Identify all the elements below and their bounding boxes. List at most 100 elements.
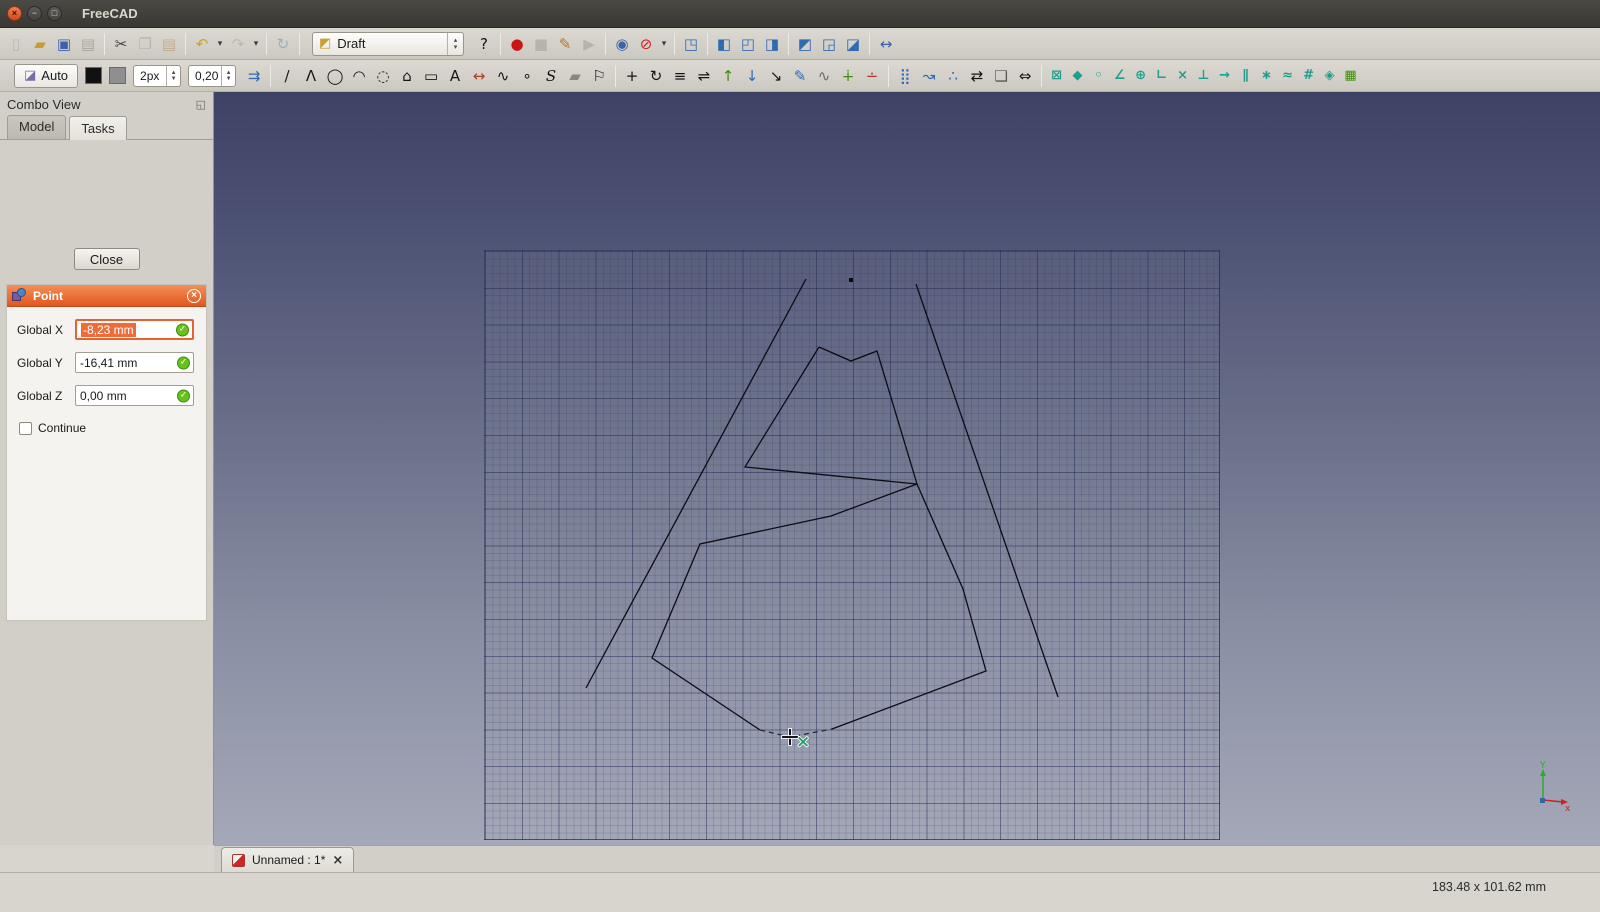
draft-array-button[interactable]: ⣿ [893,64,917,88]
open-file-button[interactable]: ▰ [28,32,52,56]
macro-record-button[interactable]: ● [505,32,529,56]
continue-checkbox[interactable] [19,422,32,435]
toolbar-standard: ▯▰▣▤✂❐▤↶▾↷▾↻ ◩ Draft ▴ ▾ ?●■✎▶◉⊘▾◳◧◰◨◩◲◪… [0,28,1600,60]
draft-to-sketch-button[interactable]: ⇄ [965,64,989,88]
point-icon [12,288,27,303]
draft-line-button[interactable]: ∕ [275,64,299,88]
draft-clone-button[interactable]: ❏ [989,64,1013,88]
snap-intersection-button[interactable]: × [1172,64,1193,88]
snap-extension-button[interactable]: → [1214,64,1235,88]
statusbar: 183.48 x 101.62 mm [0,872,1600,912]
draft-point-button[interactable]: ∘ [515,64,539,88]
draft-scale-button[interactable]: ↘ [764,64,788,88]
snap-endpoint-button[interactable]: ◆ [1067,64,1088,88]
draft-rectangle-button[interactable]: ▭ [419,64,443,88]
snap-midpoint-button[interactable]: ◦ [1088,64,1109,88]
snap-angle-button[interactable]: ∠ [1109,64,1130,88]
view-isometric-button[interactable]: ◳ [679,32,703,56]
view-top-button[interactable]: ◰ [736,32,760,56]
draft-polygon-button[interactable]: ⌂ [395,64,419,88]
draft-mirror-button[interactable]: ⇔ [1013,64,1037,88]
draft-downgrade-button[interactable]: ↓ [740,64,764,88]
document-tab[interactable]: Unnamed : 1* × [221,847,354,872]
view-front-button[interactable]: ◧ [712,32,736,56]
draft-rotate-button[interactable]: ↻ [644,64,668,88]
point-task-panel: Point × Global X -8,23 mm ✓ Global Y -16… [6,284,207,621]
draft-dimension-button[interactable]: ↔ [467,64,491,88]
view-rear-button[interactable]: ◩ [793,32,817,56]
cut-button[interactable]: ✂ [109,32,133,56]
face-color-swatch[interactable] [109,67,126,84]
document-tab-close-icon[interactable]: × [332,853,343,868]
snap-lock-button[interactable]: ⊠ [1046,64,1067,88]
collapse-task-icon[interactable]: × [187,289,201,303]
draft-wire-to-bspline-button[interactable]: ∿ [812,64,836,88]
window-minimize-button[interactable]: − [27,6,42,21]
snap-working-plane-button[interactable]: ◈ [1319,64,1340,88]
view-right-button[interactable]: ◨ [760,32,784,56]
apply-style-button[interactable]: ⇉ [242,64,266,88]
undo-dropdown[interactable]: ▾ [214,32,226,56]
draft-ellipse-button[interactable]: ◌ [371,64,395,88]
snap-center-button[interactable]: ⊕ [1130,64,1151,88]
global-x-label: Global X [17,323,75,337]
redo-dropdown[interactable]: ▾ [250,32,262,56]
view-left-button[interactable]: ◪ [841,32,865,56]
draft-move-button[interactable]: + [620,64,644,88]
whats-this-button[interactable]: ? [472,32,496,56]
workbench-selector[interactable]: ◩ Draft ▴ ▾ [312,32,464,56]
view-bottom-button[interactable]: ◲ [817,32,841,56]
point-task-header[interactable]: Point × [7,285,206,307]
draft-circle-button[interactable]: ◯ [323,64,347,88]
macro-edit-button[interactable]: ✎ [553,32,577,56]
draft-facebinder-button[interactable]: ▰ [563,64,587,88]
snap-special-button[interactable]: ∗ [1256,64,1277,88]
draft-arc-button[interactable]: ◠ [347,64,371,88]
draft-wire-button[interactable]: Λ [299,64,323,88]
draft-shapestring-button[interactable]: S [539,64,563,88]
draft-trimex-button[interactable]: ⇌ [692,64,716,88]
draft-upgrade-button[interactable]: ↑ [716,64,740,88]
global-x-field[interactable]: -8,23 mm ✓ [75,319,194,340]
global-z-field[interactable]: 0,00 mm ✓ [75,385,194,406]
snap-parallel-button[interactable]: ∥ [1235,64,1256,88]
draft-bspline-button[interactable]: ∿ [491,64,515,88]
snap-near-button[interactable]: ≈ [1277,64,1298,88]
draft-del-point-button[interactable]: ∸ [860,64,884,88]
line-width-arrows[interactable]: ▲ ▼ [166,66,180,86]
tab-tasks[interactable]: Tasks [69,116,126,140]
draft-path-array-button[interactable]: ↝ [917,64,941,88]
tab-model[interactable]: Model [7,115,66,139]
undo-button[interactable]: ↶ [190,32,214,56]
working-plane-auto-button[interactable]: ◪ Auto [14,64,78,88]
snap-perpendicular-button[interactable]: ⊥ [1193,64,1214,88]
combo-view-header: Combo View ◱ [0,92,213,115]
window-maximize-button[interactable]: □ [47,6,62,21]
workbench-selector-arrows[interactable]: ▴ ▾ [447,33,463,55]
titlebar: × − □ FreeCAD [0,0,1600,28]
window-close-button[interactable]: × [7,6,22,21]
global-y-field[interactable]: -16,41 mm ✓ [75,352,194,373]
snap-ortho-button[interactable]: ∟ [1151,64,1172,88]
draft-add-point-button[interactable]: ∔ [836,64,860,88]
text-scale-arrows[interactable]: ▲ ▼ [221,66,235,86]
line-color-swatch[interactable] [85,67,102,84]
snap-grid-button[interactable]: # [1298,64,1319,88]
draft-label-button[interactable]: ⚐ [587,64,611,88]
macro-stop-button: ■ [529,32,553,56]
text-scale-spinner[interactable]: 0,20 ▲ ▼ [188,65,236,87]
draft-text-button[interactable]: A [443,64,467,88]
draft-offset-button[interactable]: ≡ [668,64,692,88]
3d-viewport[interactable]: × Y x [214,92,1600,845]
task-close-button[interactable]: Close [74,248,140,270]
draft-edit-button[interactable]: ✎ [788,64,812,88]
line-width-spinner[interactable]: 2px ▲ ▼ [133,65,181,87]
draw-style-dropdown[interactable]: ▾ [658,32,670,56]
draft-point-array-button[interactable]: ∴ [941,64,965,88]
save-button[interactable]: ▣ [52,32,76,56]
draw-style-button[interactable]: ⊘ [634,32,658,56]
zoom-box-button[interactable]: ◉ [610,32,634,56]
panel-dock-icon[interactable]: ◱ [196,98,206,111]
measure-distance-button[interactable]: ↔ [874,32,898,56]
toggle-grid-button[interactable]: ▦ [1340,64,1361,88]
